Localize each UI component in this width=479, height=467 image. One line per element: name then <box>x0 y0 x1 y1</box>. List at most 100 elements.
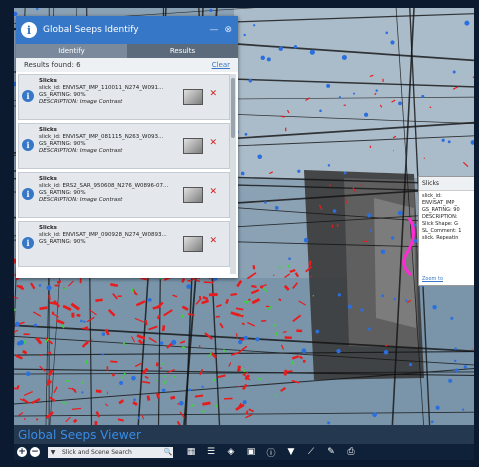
seep-point[interactable] <box>288 257 291 261</box>
seep-point[interactable] <box>337 293 342 297</box>
result-thumbnail[interactable] <box>183 138 203 154</box>
seep-point[interactable] <box>243 335 248 340</box>
slick-mark[interactable] <box>16 284 23 289</box>
slick-mark[interactable] <box>156 392 160 399</box>
seep-point[interactable] <box>119 381 124 386</box>
seep-point[interactable] <box>46 285 52 291</box>
delete-icon[interactable]: ✕ <box>209 90 217 99</box>
slick-mark[interactable] <box>95 298 103 302</box>
result-item[interactable]: i Slicks slick_id: ENVISAT_IMP_110011_N274… <box>18 74 230 120</box>
seep-point[interactable] <box>462 408 465 411</box>
measure-icon[interactable]: ⟋ <box>303 446 319 459</box>
scrollbar-thumb[interactable] <box>231 78 235 138</box>
seep-point[interactable] <box>327 164 331 167</box>
slick-mark[interactable] <box>56 280 62 284</box>
seep-point[interactable] <box>372 412 378 418</box>
slick-mark[interactable] <box>251 284 257 289</box>
seep-point[interactable] <box>452 70 456 74</box>
slick-mark[interactable] <box>248 298 251 302</box>
seep-mark[interactable] <box>243 300 248 304</box>
seep-point[interactable] <box>464 20 470 26</box>
clear-link[interactable]: Clear <box>212 61 230 69</box>
seep-point[interactable] <box>435 405 440 410</box>
slick-mark[interactable] <box>187 279 193 282</box>
zoom-in-button[interactable]: + <box>17 447 27 457</box>
result-info-icon[interactable]: i <box>22 90 34 102</box>
seep-mark[interactable] <box>275 332 278 336</box>
seep-mark[interactable] <box>163 375 167 379</box>
results-scrollbar[interactable] <box>230 74 236 274</box>
result-info-icon[interactable]: i <box>22 139 34 151</box>
seep-point[interactable] <box>432 305 437 310</box>
seep-point[interactable] <box>343 171 347 175</box>
seep-point[interactable] <box>188 388 192 392</box>
zoom-to-link[interactable]: Zoom to <box>422 276 443 283</box>
result-item[interactable]: i Slicks slick_id: ERS2_SAR_950608_N276_W0… <box>18 172 230 218</box>
seep-mark[interactable] <box>123 372 126 376</box>
seep-point[interactable] <box>398 101 402 106</box>
seep-point[interactable] <box>309 49 315 55</box>
seep-point[interactable] <box>353 92 356 95</box>
seep-point[interactable] <box>367 327 371 331</box>
seep-point[interactable] <box>303 237 309 243</box>
slick-mark[interactable] <box>110 360 118 363</box>
list-icon[interactable]: ☰ <box>203 446 219 459</box>
slick-mark[interactable] <box>331 224 334 228</box>
seep-mark[interactable] <box>181 346 186 349</box>
seep-point[interactable] <box>186 284 191 289</box>
seep-point[interactable] <box>448 378 453 383</box>
seep-point[interactable] <box>257 154 263 160</box>
slick-mark[interactable] <box>35 418 39 421</box>
result-thumbnail[interactable] <box>183 187 203 203</box>
seep-point[interactable] <box>243 33 246 37</box>
seep-mark[interactable] <box>62 287 67 291</box>
seep-mark[interactable] <box>223 349 226 353</box>
slick-mark[interactable] <box>144 320 148 326</box>
seep-mark[interactable] <box>131 288 134 293</box>
seep-point[interactable] <box>390 236 395 240</box>
slick-mark[interactable] <box>239 338 245 342</box>
slick-mark[interactable] <box>111 373 116 377</box>
seep-point[interactable] <box>447 140 451 144</box>
slick-mark[interactable] <box>156 314 161 320</box>
seep-mark[interactable] <box>85 360 88 365</box>
seep-point[interactable] <box>255 337 260 342</box>
slick-mark[interactable] <box>110 283 119 287</box>
seep-mark[interactable] <box>14 308 17 311</box>
slick-mark[interactable] <box>117 418 124 422</box>
seep-point[interactable] <box>347 304 352 309</box>
seep-mark[interactable] <box>312 294 314 297</box>
seep-point[interactable] <box>463 365 467 369</box>
seep-point[interactable] <box>159 341 164 345</box>
result-item[interactable]: i Slicks slick_id: ENVISAT_IMP_081115_N263… <box>18 123 230 169</box>
seep-point[interactable] <box>341 54 347 60</box>
seep-point[interactable] <box>240 171 245 176</box>
slick-mark[interactable] <box>230 292 238 296</box>
seep-point[interactable] <box>441 138 445 142</box>
seep-point[interactable] <box>450 316 454 320</box>
info-icon[interactable]: ⓘ <box>263 446 279 459</box>
draw-icon[interactable]: ✎ <box>323 446 339 459</box>
seep-mark[interactable] <box>23 339 26 344</box>
seep-point[interactable] <box>161 388 166 393</box>
search-icon[interactable]: 🔍 <box>163 448 173 456</box>
slick-mark[interactable] <box>235 307 244 311</box>
slick-mark[interactable] <box>22 349 28 355</box>
slick-mark[interactable] <box>146 395 151 401</box>
search-input[interactable]: Slick and Scene Search <box>58 449 163 456</box>
slick-mark[interactable] <box>285 370 293 373</box>
slick-mark[interactable] <box>259 285 264 289</box>
seep-point[interactable] <box>260 55 265 60</box>
seep-point[interactable] <box>38 284 42 287</box>
seep-point[interactable] <box>385 31 389 35</box>
seep-point[interactable] <box>25 371 31 377</box>
slick-mark[interactable] <box>72 418 78 424</box>
seep-point[interactable] <box>430 420 434 424</box>
seep-point[interactable] <box>33 323 37 327</box>
result-info-icon[interactable]: i <box>22 188 34 200</box>
slick-mark[interactable] <box>241 322 245 326</box>
close-icon[interactable]: ⊗ <box>224 25 232 35</box>
layers-icon[interactable]: ◈ <box>223 446 239 459</box>
seep-point[interactable] <box>326 83 331 88</box>
seep-point[interactable] <box>171 339 177 345</box>
